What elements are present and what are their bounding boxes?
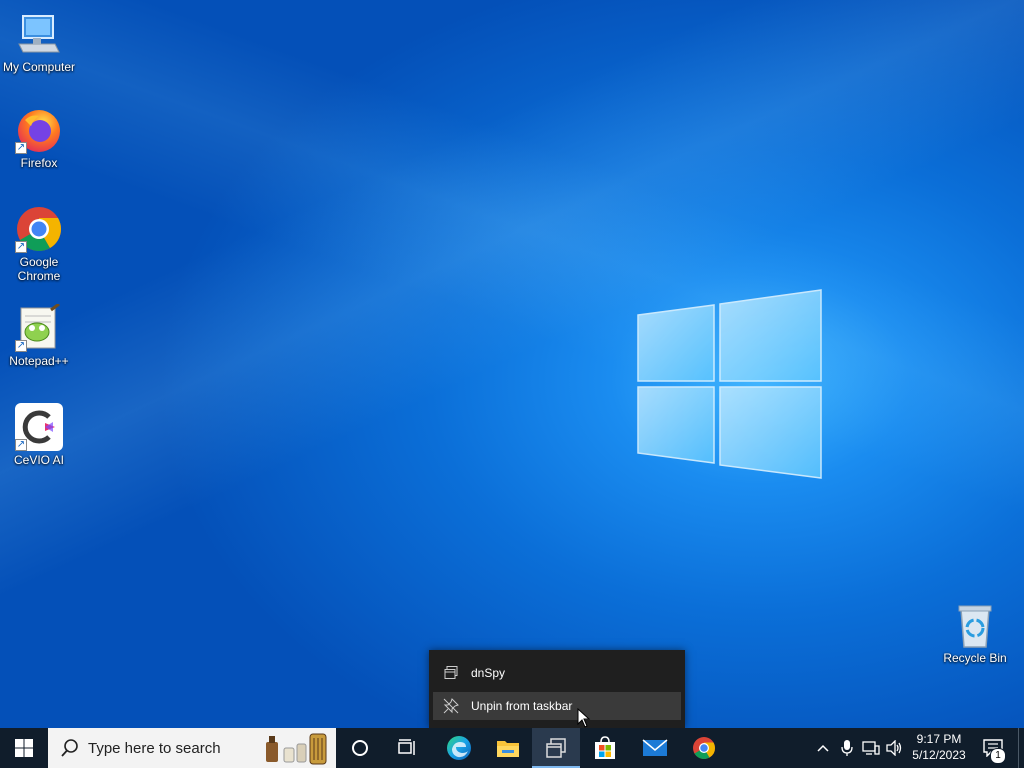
wallpaper-windows-logo <box>637 289 822 479</box>
search-highlight-illustration <box>266 733 327 765</box>
task-view-button[interactable] <box>384 728 432 768</box>
computer-icon <box>15 10 63 58</box>
taskbar-clock[interactable]: 9:17 PM 5/12/2023 <box>904 731 974 765</box>
recycle-bin-icon <box>951 601 999 649</box>
show-hidden-icons-button[interactable] <box>813 738 833 758</box>
mouse-cursor-icon <box>577 708 591 728</box>
shortcut-arrow-icon: ↗ <box>15 241 27 253</box>
microphone-tray-button[interactable] <box>837 738 857 758</box>
notification-badge: 1 <box>990 748 1006 764</box>
network-icon <box>862 741 880 755</box>
taskbar-dnspy[interactable] <box>532 728 580 768</box>
firefox-icon: ↗ <box>15 106 63 154</box>
desktop-icon-label: Recycle Bin <box>943 651 1007 665</box>
start-button[interactable] <box>0 728 48 768</box>
dnspy-window-icon <box>443 665 459 681</box>
windows-start-icon <box>15 739 33 757</box>
cortana-button[interactable] <box>336 728 384 768</box>
chrome-icon: ↗ <box>15 205 63 253</box>
shortcut-arrow-icon: ↗ <box>15 142 27 154</box>
chevron-up-icon <box>817 744 829 752</box>
mail-icon <box>642 739 668 756</box>
taskbar-store[interactable] <box>581 728 629 768</box>
shortcut-arrow-icon: ↗ <box>15 439 27 451</box>
show-desktop-button[interactable] <box>1018 728 1024 768</box>
desktop-icon-label: CeVIO AI <box>13 453 65 467</box>
clock-date: 5/12/2023 <box>912 748 966 762</box>
taskbar: Type here to search 9:17 PM 5/12/2023 1 <box>0 728 1024 768</box>
desktop-icon-label: Google Chrome <box>17 255 61 283</box>
desktop: My Computer ↗ Firefox ↗ Google Chrome ↗ … <box>0 0 1024 768</box>
desktop-icon-recycle-bin[interactable]: Recycle Bin <box>937 601 1013 665</box>
volume-tray-button[interactable] <box>885 738 905 758</box>
network-tray-button[interactable] <box>861 738 881 758</box>
cortana-circle-icon <box>352 740 368 756</box>
edge-icon <box>447 736 471 760</box>
clock-time: 9:17 PM <box>916 732 962 746</box>
action-center-button[interactable]: 1 <box>980 728 1008 768</box>
cevio-icon: ↗ <box>15 403 63 451</box>
jumplist-item-unpin[interactable]: Unpin from taskbar <box>433 692 681 720</box>
jumplist-item-label: Unpin from taskbar <box>471 699 573 713</box>
speaker-icon <box>886 740 902 756</box>
taskbar-file-explorer[interactable] <box>484 728 532 768</box>
jumplist-item-dnspy[interactable]: dnSpy <box>433 659 681 687</box>
taskbar-search-box[interactable]: Type here to search <box>48 728 336 768</box>
shortcut-arrow-icon: ↗ <box>15 340 27 352</box>
taskbar-mail[interactable] <box>631 728 679 768</box>
task-view-icon <box>398 739 415 755</box>
desktop-icon-label: My Computer <box>2 60 76 74</box>
microphone-icon <box>841 740 853 756</box>
taskbar-chrome[interactable] <box>680 728 728 768</box>
search-placeholder: Type here to search <box>88 739 221 757</box>
dnspy-icon <box>546 738 566 758</box>
search-icon <box>60 738 80 758</box>
notepadpp-icon: ↗ <box>15 304 63 352</box>
desktop-icon-label: Notepad++ <box>9 354 69 368</box>
desktop-icon-label: Firefox <box>20 156 58 170</box>
desktop-icon-cevio-ai[interactable]: ↗ CeVIO AI <box>1 403 77 467</box>
taskbar-edge[interactable] <box>435 728 483 768</box>
store-icon <box>595 736 615 759</box>
unpin-icon <box>443 698 459 714</box>
desktop-icon-my-computer[interactable]: My Computer <box>1 10 77 74</box>
chrome-icon <box>693 737 715 759</box>
folder-icon <box>497 741 519 757</box>
jumplist-item-label: dnSpy <box>471 666 506 680</box>
desktop-icon-firefox[interactable]: ↗ Firefox <box>1 106 77 170</box>
desktop-icon-google-chrome[interactable]: ↗ Google Chrome <box>1 205 77 283</box>
taskbar-jump-list: dnSpy Unpin from taskbar <box>429 650 685 728</box>
desktop-icon-notepadpp[interactable]: ↗ Notepad++ <box>1 304 77 368</box>
